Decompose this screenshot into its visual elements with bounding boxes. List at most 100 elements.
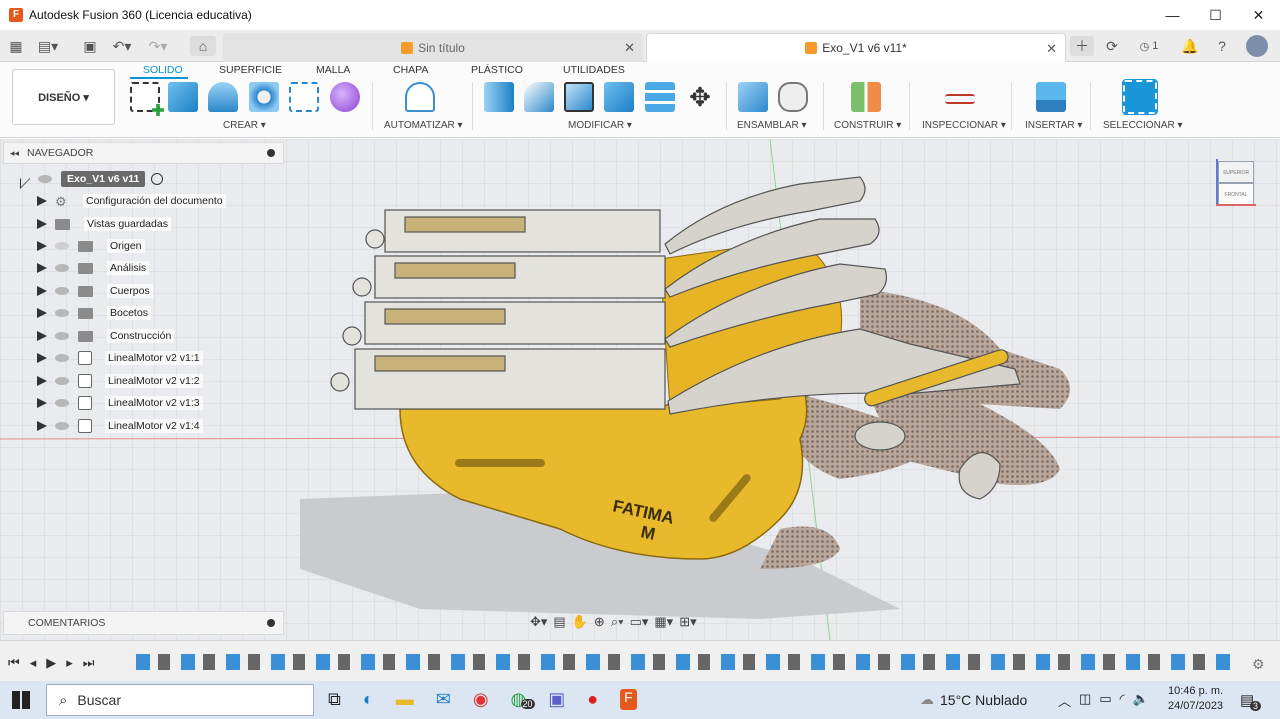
tray-chevron-icon[interactable]: ︿ — [1058, 691, 1071, 710]
tab-plastico[interactable]: PLÁSTICO — [471, 64, 523, 76]
meet-now-icon[interactable]: ◫ — [1079, 691, 1091, 710]
group-seleccionar[interactable]: SELECCIONAR ▾ — [1103, 120, 1182, 131]
close-tab-icon[interactable]: ✕ — [1046, 41, 1057, 57]
tab-superficie[interactable]: SUPERFICIE — [219, 64, 282, 76]
save-icon[interactable]: ▣ — [80, 36, 100, 56]
expand-arrow-icon[interactable] — [37, 286, 47, 296]
visibility-icon[interactable] — [55, 332, 69, 340]
workspace-selector[interactable]: DISEÑO ▾ — [12, 69, 115, 125]
user-avatar[interactable] — [1246, 35, 1268, 57]
edge-icon[interactable]: ◐ — [363, 689, 374, 710]
notification-center-icon[interactable]: ▤ 3 — [1240, 691, 1262, 711]
select-icon[interactable] — [1122, 79, 1158, 115]
visibility-icon[interactable] — [38, 175, 52, 183]
joint-icon[interactable] — [778, 82, 808, 112]
timeline-features[interactable] — [136, 654, 1236, 670]
expand-arrow-icon[interactable] — [37, 421, 47, 431]
notifications-icon[interactable]: 🔔 — [1180, 36, 1200, 56]
visibility-icon[interactable] — [55, 422, 69, 430]
windows-start-icon[interactable] — [12, 691, 30, 709]
root-component-label[interactable]: Exo_V1 v6 v11 — [61, 171, 146, 187]
measure-icon[interactable] — [945, 94, 975, 104]
close-icon[interactable]: ✕ — [1237, 0, 1280, 30]
create-sketch-icon[interactable] — [130, 82, 164, 116]
comments-panel[interactable]: COMENTARIOS — [3, 611, 284, 635]
chrome-icon[interactable]: ◉ — [473, 689, 489, 710]
visibility-icon[interactable] — [55, 354, 69, 362]
navigator-item[interactable]: Cuerpos — [37, 281, 153, 301]
visibility-icon[interactable] — [55, 264, 69, 272]
press-pull-icon[interactable] — [484, 82, 514, 112]
revolve-icon[interactable] — [208, 82, 238, 112]
grid-settings-icon[interactable]: ▦▾ — [654, 614, 673, 630]
step-forward-icon[interactable]: ▸ — [66, 655, 73, 671]
group-ensamblar[interactable]: ENSAMBLAR ▾ — [737, 120, 806, 131]
volume-icon[interactable]: 🔈 — [1133, 691, 1149, 710]
viewcube-top[interactable]: SUPERIOR — [1218, 161, 1254, 183]
grid-menu-icon[interactable]: ▦ — [6, 36, 26, 56]
navigator-item[interactable]: Origen — [37, 236, 145, 256]
expand-arrow-icon[interactable] — [37, 196, 47, 206]
wifi-icon[interactable]: ◜ — [1120, 691, 1125, 710]
combine-icon[interactable] — [604, 82, 634, 112]
visibility-icon[interactable] — [55, 309, 69, 317]
file-icon[interactable]: ▤▾ — [38, 36, 58, 56]
look-at-icon[interactable]: ▤ — [553, 614, 565, 630]
split-body-icon[interactable] — [645, 82, 675, 112]
viewports-icon[interactable]: ⊞▾ — [679, 614, 696, 630]
navigator-item[interactable]: Vistas guardadas — [37, 214, 171, 234]
new-tab-icon[interactable]: ＋ — [1070, 36, 1094, 56]
navigator-item[interactable]: ⚙ Configuración del documento — [37, 191, 226, 211]
timeline-settings-icon[interactable]: ⚙ — [1252, 656, 1265, 673]
create-form-icon[interactable] — [330, 82, 360, 112]
new-component-icon[interactable] — [738, 82, 768, 112]
group-inspeccionar[interactable]: INSPECCIONAR ▾ — [922, 120, 1006, 131]
expanded-icon[interactable] — [20, 169, 30, 189]
redo-icon[interactable]: ↷▾ — [148, 36, 168, 56]
offset-plane-icon[interactable] — [851, 82, 881, 112]
tab-sin-titulo[interactable]: Sin título ✕ — [223, 33, 643, 62]
navigator-item[interactable]: Análisis — [37, 258, 150, 278]
expand-arrow-icon[interactable] — [37, 219, 47, 229]
pan-icon[interactable]: ✋ — [572, 614, 588, 630]
pattern-icon[interactable] — [289, 82, 319, 112]
visibility-icon[interactable] — [55, 399, 69, 407]
clock[interactable]: 10:46 p. m. 24/07/2023 — [1168, 684, 1223, 714]
tab-malla[interactable]: MALLA — [316, 64, 350, 76]
activate-radio-icon[interactable] — [151, 173, 164, 185]
battery-icon[interactable]: ▭ — [1099, 691, 1111, 710]
task-view-icon[interactable]: ⧉ — [328, 689, 341, 710]
group-crear[interactable]: CREAR ▾ — [223, 120, 266, 131]
collapse-icon[interactable]: ◂◂ — [10, 148, 19, 159]
viewcube-front[interactable]: FRONTAL — [1218, 183, 1254, 205]
navigator-item[interactable]: LinealMotor v2 v1:2 — [37, 371, 203, 391]
teams-icon[interactable]: ▣ — [548, 689, 565, 710]
navigator-root[interactable]: Exo_V1 v6 v11 — [20, 169, 164, 189]
navigator-item[interactable]: LinealMotor v2 v1:4 — [37, 416, 203, 436]
expand-arrow-icon[interactable] — [37, 376, 47, 386]
extensions-icon[interactable]: ⟳ — [1102, 36, 1122, 56]
tab-exo[interactable]: Exo_V1 v6 v11* ✕ — [646, 33, 1066, 62]
group-modificar[interactable]: MODIFICAR ▾ — [568, 120, 632, 131]
file-explorer-icon[interactable]: ▬ — [396, 689, 414, 710]
fit-icon[interactable]: ⌕▾ — [611, 614, 624, 630]
taskbar-search[interactable]: ⌕ Buscar — [46, 684, 314, 716]
navigator-header[interactable]: ◂◂ NAVEGADOR — [3, 142, 284, 164]
group-insertar[interactable]: INSERTAR ▾ — [1025, 120, 1082, 131]
tab-utilidades[interactable]: UTILIDADES — [563, 64, 625, 76]
tab-chapa[interactable]: CHAPA — [393, 64, 428, 76]
move-copy-icon[interactable]: ✥ — [685, 82, 715, 112]
add-comment-icon[interactable] — [267, 619, 275, 627]
3d-viewport[interactable]: FATIMA M SUPERIOR FRONTAL ◂◂ NAVEGADOR E… — [0, 139, 1280, 640]
display-settings-icon[interactable]: ▭▾ — [630, 614, 649, 630]
zoom-icon[interactable]: ⊕ — [594, 614, 605, 630]
pin-icon[interactable] — [267, 149, 275, 157]
visibility-icon[interactable] — [55, 377, 69, 385]
tab-solido[interactable]: SOLIDO — [143, 64, 183, 76]
group-automatizar[interactable]: AUTOMATIZAR ▾ — [384, 120, 463, 131]
insert-image-icon[interactable] — [1036, 82, 1066, 112]
home-icon[interactable]: ⌂ — [190, 36, 216, 56]
extrude-icon[interactable] — [168, 82, 198, 112]
help-icon[interactable]: ? — [1212, 36, 1232, 56]
fusion-taskbar-icon[interactable]: F — [620, 689, 637, 710]
